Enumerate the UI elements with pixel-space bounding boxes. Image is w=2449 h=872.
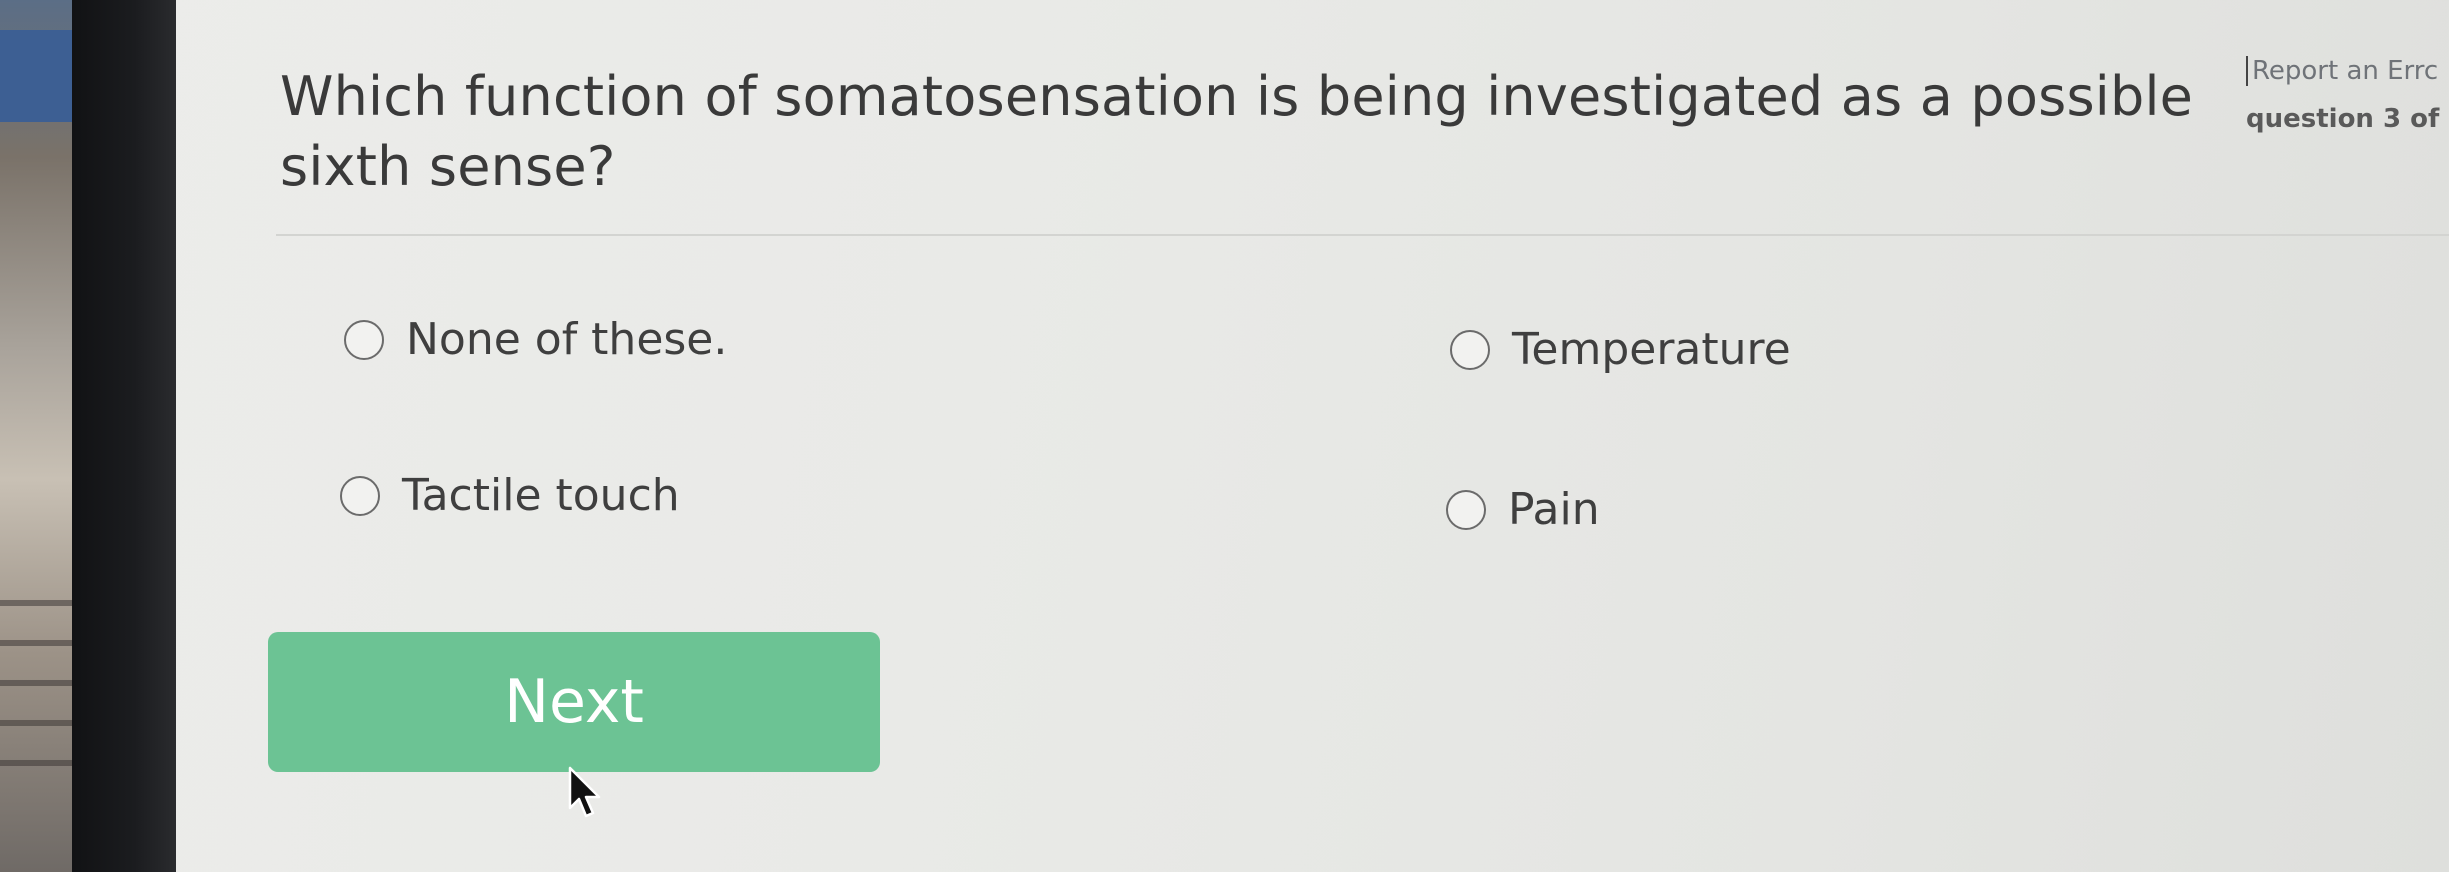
device-frame-stripe — [0, 680, 72, 686]
device-frame-left — [0, 0, 78, 872]
device-frame-stripe — [0, 760, 72, 766]
question-divider — [276, 234, 2449, 236]
report-error-link[interactable]: Report an Errc — [2246, 56, 2449, 86]
side-panel: Report an Errc question 3 of — [2246, 56, 2449, 134]
answer-option-tactile-touch[interactable]: Tactile touch — [340, 470, 680, 521]
answer-option-label: Tactile touch — [402, 470, 680, 521]
answer-option-label: Pain — [1508, 484, 1600, 535]
device-frame-stripe — [0, 600, 72, 606]
radio-empty-icon[interactable] — [1450, 329, 1490, 370]
answer-option-pain[interactable]: Pain — [1446, 484, 1600, 535]
radio-empty-icon[interactable] — [344, 319, 384, 360]
answer-option-label: None of these. — [406, 314, 728, 365]
answer-option-none-of-these[interactable]: None of these. — [344, 314, 727, 365]
device-frame-stripe — [0, 640, 72, 646]
answer-option-label: Temperature — [1512, 324, 1791, 375]
device-frame-stripe — [0, 720, 72, 726]
radio-empty-icon[interactable] — [1446, 489, 1486, 530]
radio-empty-icon[interactable] — [340, 475, 380, 516]
quiz-screen: Which function of somatosensation is bei… — [176, 0, 2449, 872]
next-button[interactable]: Next — [268, 632, 880, 772]
question-counter: question 3 of — [2246, 104, 2440, 134]
monitor-bezel — [72, 0, 176, 872]
device-frame-blue-tab — [0, 30, 78, 122]
mouse-pointer-icon — [568, 766, 601, 818]
question-text: Which function of somatosensation is bei… — [280, 65, 2194, 198]
answer-option-temperature[interactable]: Temperature — [1450, 324, 1791, 375]
